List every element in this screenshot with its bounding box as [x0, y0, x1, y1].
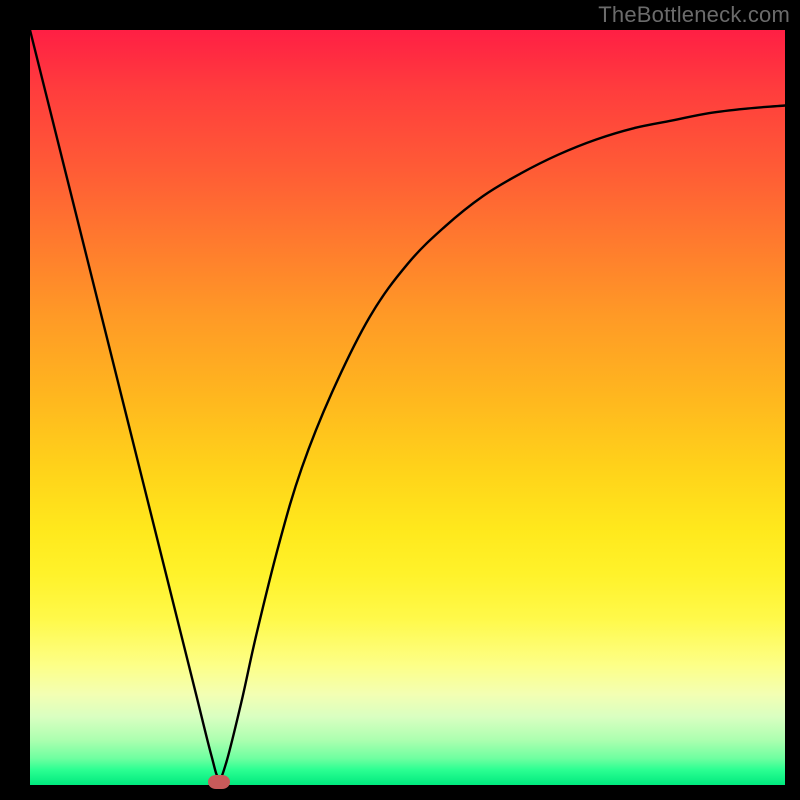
curve-layer [30, 30, 785, 785]
plot-area [30, 30, 785, 785]
optimal-point-marker [208, 775, 230, 789]
chart-frame: TheBottleneck.com [0, 0, 800, 800]
watermark-text: TheBottleneck.com [598, 2, 790, 28]
bottleneck-curve [30, 30, 785, 778]
